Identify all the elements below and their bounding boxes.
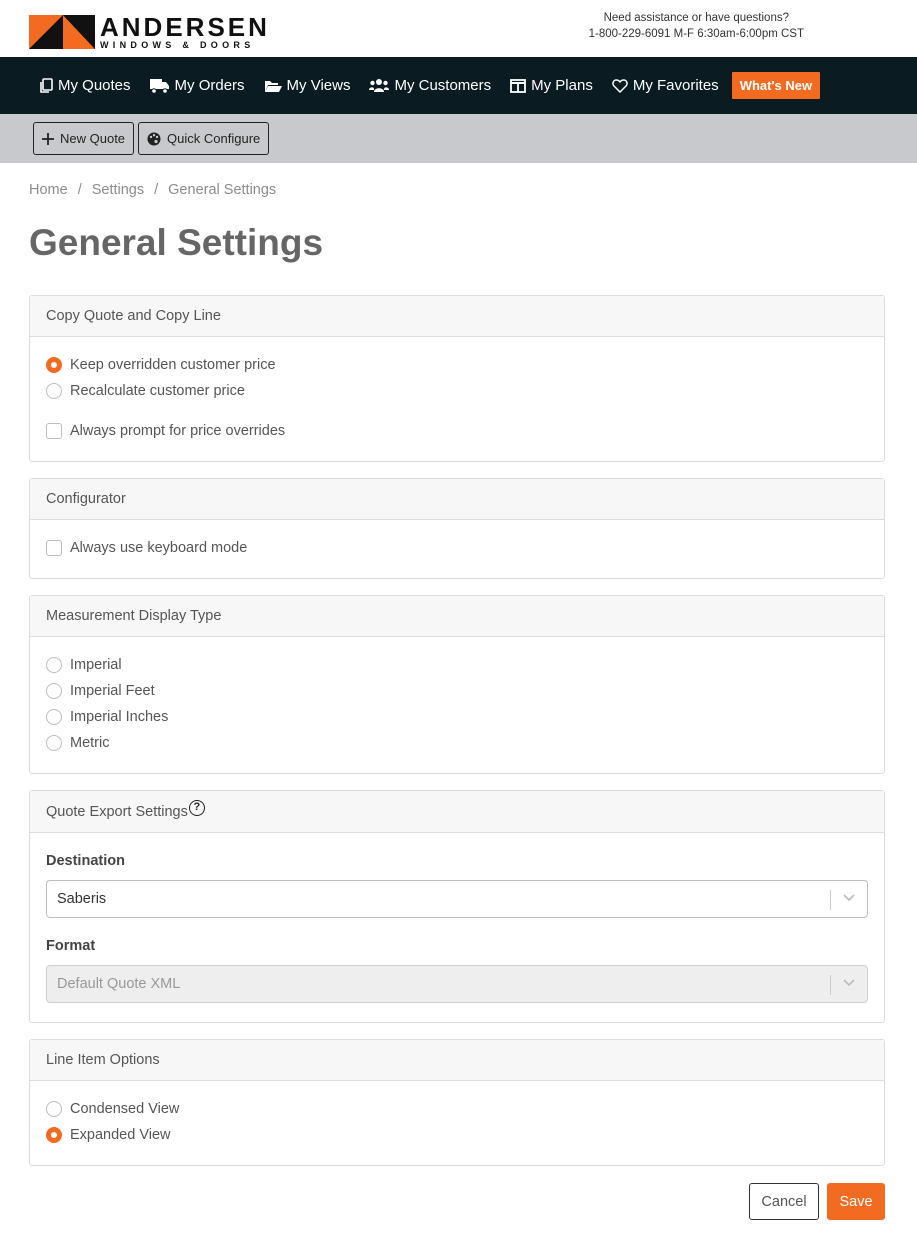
quick-configure-button[interactable]: Quick Configure (138, 122, 270, 155)
radio[interactable] (46, 735, 62, 751)
format-placeholder: Default Quote XML (57, 976, 181, 992)
radio[interactable] (46, 1101, 62, 1117)
option-label: Recalculate customer price (70, 383, 245, 399)
option-label: Imperial (70, 657, 122, 673)
radio[interactable] (46, 383, 62, 399)
columns-icon (510, 78, 527, 93)
heart-icon (612, 78, 628, 93)
panel-title: Copy Quote and Copy Line (30, 296, 884, 337)
quote-export-panel: Quote Export Settings ? Destination Sabe… (29, 790, 885, 1023)
measurement-option-metric[interactable]: Metric (46, 730, 868, 756)
configurator-panel: Configurator Always use keyboard mode (29, 478, 885, 579)
recalculate-price-option[interactable]: Recalculate customer price (46, 378, 868, 404)
measurement-option-imperial-feet[interactable]: Imperial Feet (46, 678, 868, 704)
users-icon (369, 78, 390, 92)
panel-title: Quote Export Settings (46, 803, 188, 820)
top-header: ANDERSEN WINDOWS & DOORS Need assistance… (0, 0, 917, 57)
nav-my-orders[interactable]: My Orders (149, 77, 245, 94)
nav-label: My Plans (531, 77, 593, 94)
truck-icon (149, 78, 169, 94)
option-label: Always prompt for price overrides (70, 423, 286, 439)
new-quote-label: New Quote (60, 131, 126, 146)
nav-label: My Orders (174, 77, 245, 94)
chevron-down-icon (843, 979, 855, 987)
nav-my-views[interactable]: My Views (264, 77, 351, 94)
radio[interactable] (46, 683, 62, 699)
copy-quote-panel: Copy Quote and Copy Line Keep overridden… (29, 295, 885, 462)
option-label: Imperial Inches (70, 709, 169, 725)
brand-name: ANDERSEN (100, 11, 270, 42)
copy-icon (40, 77, 53, 93)
palette-icon (147, 132, 161, 145)
brand-tagline: WINDOWS & DOORS (100, 39, 255, 50)
main-nav: My Quotes My Orders My Views My Customer… (0, 57, 917, 114)
checkbox[interactable] (46, 423, 62, 439)
panel-title: Line Item Options (30, 1040, 884, 1081)
line-item-panel: Line Item Options Condensed View Expande… (29, 1039, 885, 1166)
option-label: Metric (70, 735, 110, 751)
nav-label: My Customers (394, 77, 492, 94)
nav-label: My Favorites (632, 77, 719, 94)
condensed-view-option[interactable]: Condensed View (46, 1096, 868, 1122)
panel-header: Quote Export Settings ? (30, 791, 884, 833)
radio[interactable] (46, 657, 62, 673)
action-toolbar: New Quote Quick Configure (0, 114, 917, 163)
breadcrumb-current: General Settings (168, 182, 277, 198)
radio[interactable] (46, 709, 62, 725)
andersen-logo[interactable]: ANDERSEN WINDOWS & DOORS (29, 11, 270, 50)
destination-select[interactable]: Saberis (46, 880, 868, 918)
cancel-button[interactable]: Cancel (749, 1183, 819, 1220)
select-divider (830, 890, 831, 910)
option-label: Always use keyboard mode (70, 540, 248, 556)
nav-my-plans[interactable]: My Plans (510, 77, 593, 94)
nav-my-favorites[interactable]: My Favorites (612, 77, 719, 94)
new-quote-button[interactable]: New Quote (33, 122, 135, 155)
save-button[interactable]: Save (827, 1183, 885, 1220)
whats-new-button[interactable]: What's New (731, 72, 821, 99)
assistance-info: Need assistance or have questions? 1-800… (589, 10, 804, 42)
measurement-panel: Measurement Display Type Imperial Imperi… (29, 595, 885, 774)
keep-price-option[interactable]: Keep overridden customer price (46, 352, 868, 378)
quick-configure-label: Quick Configure (167, 131, 261, 146)
question-circle-icon[interactable]: ? (188, 799, 205, 816)
nav-my-customers[interactable]: My Customers (369, 77, 491, 94)
breadcrumb-home[interactable]: Home (29, 182, 68, 198)
keyboard-mode-option[interactable]: Always use keyboard mode (46, 535, 868, 561)
option-label: Expanded View (70, 1127, 171, 1143)
panel-title: Measurement Display Type (30, 596, 884, 637)
destination-value: Saberis (57, 891, 107, 907)
logo-mark-icon (29, 15, 95, 49)
phone-hours: 1-800-229-6091 M-F 6:30am-6:00pm CST (588, 28, 804, 40)
nav-label: My Views (286, 77, 351, 94)
option-label: Keep overridden customer price (70, 357, 276, 373)
breadcrumb-separator: / (77, 182, 82, 198)
nav-my-quotes[interactable]: My Quotes (39, 77, 131, 94)
breadcrumb: Home / Settings / General Settings (29, 182, 276, 198)
option-label: Condensed View (70, 1101, 180, 1117)
measurement-option-imperial[interactable]: Imperial (46, 652, 868, 678)
expanded-view-option[interactable]: Expanded View (46, 1122, 868, 1148)
panel-title: Configurator (30, 479, 884, 520)
plus-icon (42, 132, 54, 145)
radio-selected[interactable] (46, 1127, 62, 1143)
measurement-option-imperial-inches[interactable]: Imperial Inches (46, 704, 868, 730)
radio-selected[interactable] (46, 357, 62, 373)
nav-label: My Quotes (58, 77, 131, 94)
breadcrumb-separator: / (154, 182, 159, 198)
assistance-line: Need assistance or have questions? (603, 12, 789, 24)
destination-label: Destination (46, 853, 125, 869)
folder-open-icon (264, 80, 282, 92)
prompt-overrides-option[interactable]: Always prompt for price overrides (46, 418, 868, 444)
page-title: General Settings (29, 222, 324, 263)
breadcrumb-settings[interactable]: Settings (92, 182, 144, 198)
chevron-down-icon (843, 894, 855, 902)
format-select[interactable]: Default Quote XML (46, 965, 868, 1003)
option-label: Imperial Feet (70, 683, 155, 699)
checkbox[interactable] (46, 540, 62, 556)
select-divider (830, 975, 831, 995)
format-label: Format (46, 938, 96, 954)
